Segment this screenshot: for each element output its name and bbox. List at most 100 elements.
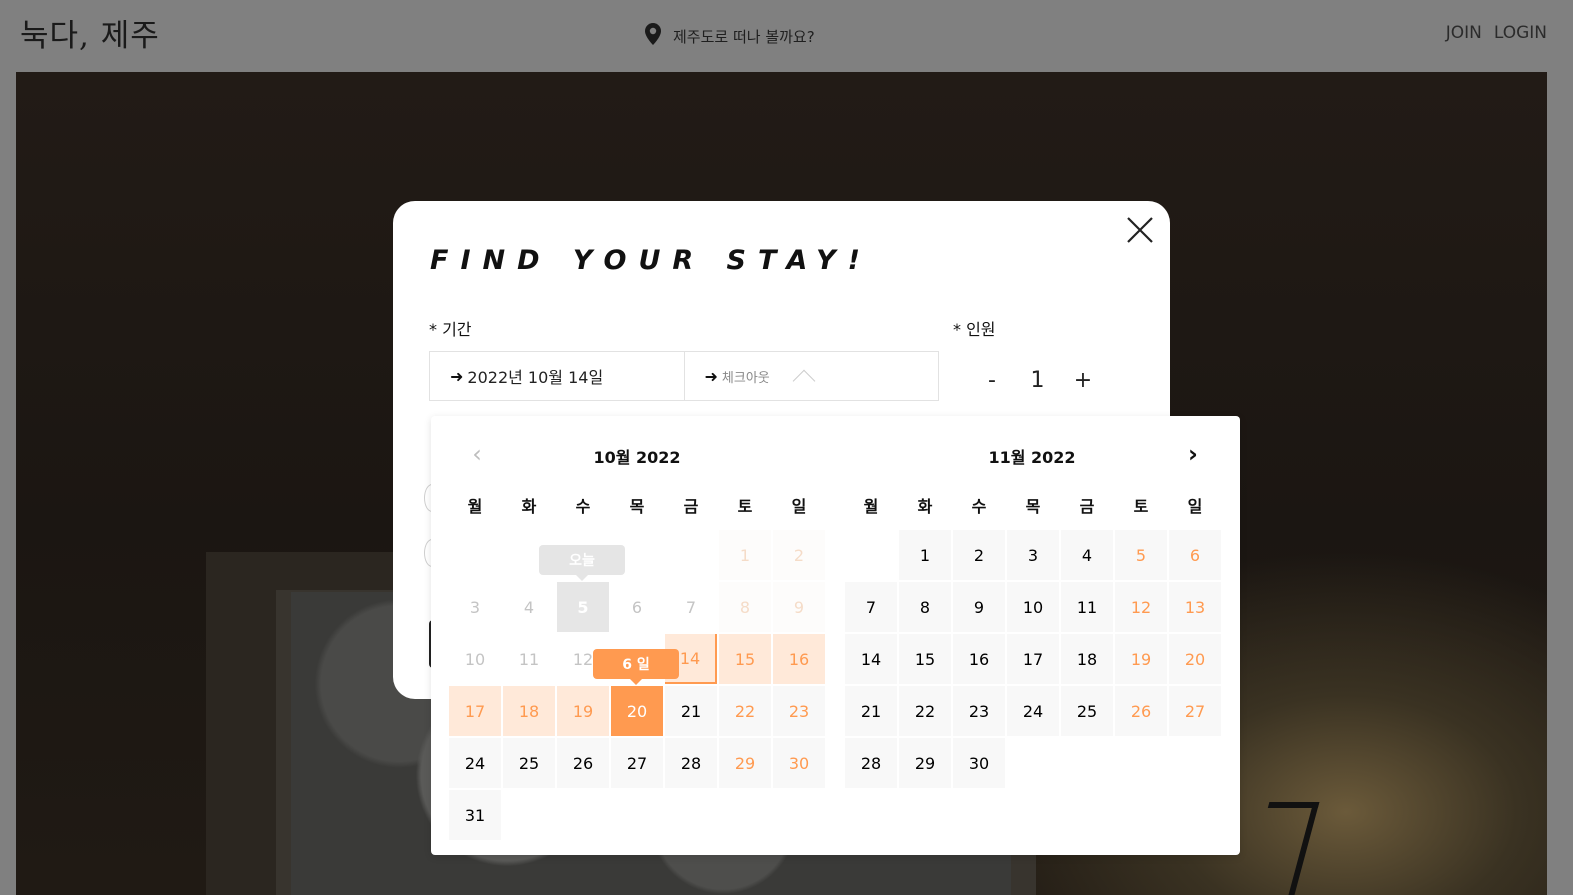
site-logo[interactable]: 눅다, 제주 [20,10,160,55]
october-day-cell[interactable]: 23 [773,686,825,736]
checkin-field[interactable]: ➜ 2022년 10월 14일 [430,352,684,400]
october-day-cell: 1 [719,530,771,580]
november-day-cell[interactable]: 14 [845,634,897,684]
hero-lamp [1242,802,1320,895]
october-day-cell: 8 [719,582,771,632]
november-day-cell[interactable]: 26 [1115,686,1167,736]
november-day-cell[interactable]: 20 [1169,634,1221,684]
checkout-placeholder: 체크아웃 [721,370,770,386]
october-day-cell[interactable]: 26 [557,738,609,788]
weekday-label: 화 [521,497,537,516]
today-tooltip: 오늘 [539,545,625,581]
nights-tooltip: 6 일 [593,649,679,685]
october-day-cell: 9 [773,582,825,632]
month-title-october: 10월 2022 [593,448,681,467]
close-icon[interactable] [1122,212,1158,248]
october-day-cell[interactable]: 22 [719,686,771,736]
checkout-field[interactable]: ➜ 체크아웃 [683,352,939,400]
map-pin-icon [643,22,663,50]
october-day-cell[interactable]: 25 [503,738,555,788]
weekday-label: 토 [1133,497,1149,516]
people-stepper: - 1 + [975,360,1100,400]
october-day-cell[interactable]: 20 [611,686,663,736]
november-day-cell[interactable]: 10 [1007,582,1059,632]
october-day-cell: 3 [449,582,501,632]
auth-links: JOIN LOGIN [1446,23,1547,43]
october-day-cell[interactable]: 29 [719,738,771,788]
checkin-value: 2022년 10월 14일 [467,368,604,387]
november-day-cell[interactable]: 19 [1115,634,1167,684]
date-picker: ‹ › 10월 2022 11월 2022 월화수목금토일월화수목금토일 123… [431,416,1240,855]
november-day-cell[interactable]: 11 [1061,582,1113,632]
november-day-cell[interactable]: 9 [953,582,1005,632]
november-day-cell[interactable]: 5 [1115,530,1167,580]
november-day-cell[interactable]: 24 [1007,686,1059,736]
chevron-up-icon[interactable] [792,369,816,393]
october-day-cell: 2 [773,530,825,580]
november-day-cell[interactable]: 6 [1169,530,1221,580]
november-day-cell[interactable]: 22 [899,686,951,736]
october-day-cell: 6 [611,582,663,632]
october-day-cell: 10 [449,634,501,684]
november-day-cell[interactable]: 8 [899,582,951,632]
next-month-icon[interactable]: › [1183,440,1203,468]
october-day-cell[interactable]: 21 [665,686,717,736]
arrow-right-icon: ➜ [704,366,718,386]
october-day-cell[interactable]: 16 [773,634,825,684]
weekday-label: 수 [971,497,987,516]
weekday-label: 목 [1025,497,1041,516]
weekday-label: 목 [629,497,645,516]
month-title-november: 11월 2022 [988,448,1076,467]
location-text: 제주도로 떠나 볼까요? [673,27,815,46]
october-day-cell: 4 [503,582,555,632]
join-link[interactable]: JOIN [1446,23,1482,43]
october-day-cell[interactable]: 27 [611,738,663,788]
weekday-label: 금 [683,497,699,516]
people-count: 1 [1030,367,1045,393]
november-day-cell[interactable]: 23 [953,686,1005,736]
decrease-button[interactable]: - [975,363,1009,397]
november-day-cell[interactable]: 3 [1007,530,1059,580]
period-label: * 기간 [429,320,472,339]
november-day-cell[interactable]: 13 [1169,582,1221,632]
october-day-cell[interactable]: 15 [719,634,771,684]
november-day-cell[interactable]: 21 [845,686,897,736]
november-day-cell[interactable]: 4 [1061,530,1113,580]
date-range-input[interactable]: ➜ 2022년 10월 14일 ➜ 체크아웃 [429,351,939,401]
november-day-cell[interactable]: 2 [953,530,1005,580]
october-day-cell: 11 [503,634,555,684]
weekday-label: 수 [575,497,591,516]
november-day-cell[interactable]: 27 [1169,686,1221,736]
november-day-cell[interactable]: 15 [899,634,951,684]
top-header: 눅다, 제주 제주도로 떠나 볼까요? JOIN LOGIN [0,0,1573,72]
prev-month-icon[interactable]: ‹ [467,440,487,468]
october-day-cell[interactable]: 17 [449,686,501,736]
november-day-cell[interactable]: 12 [1115,582,1167,632]
october-day-cell[interactable]: 28 [665,738,717,788]
people-label: * 인원 [953,320,996,339]
october-day-cell[interactable]: 24 [449,738,501,788]
november-day-cell[interactable]: 28 [845,738,897,788]
weekday-label: 일 [1187,497,1203,516]
weekday-label: 월 [467,497,483,516]
arrow-right-icon: ➜ [450,366,464,386]
november-day-cell[interactable]: 1 [899,530,951,580]
login-link[interactable]: LOGIN [1494,23,1547,43]
october-day-cell[interactable]: 19 [557,686,609,736]
weekday-label: 금 [1079,497,1095,516]
weekday-label: 월 [863,497,879,516]
october-day-cell[interactable]: 30 [773,738,825,788]
weekday-label: 화 [917,497,933,516]
november-day-cell[interactable]: 29 [899,738,951,788]
november-day-cell[interactable]: 18 [1061,634,1113,684]
november-day-cell[interactable]: 25 [1061,686,1113,736]
october-day-cell[interactable]: 31 [449,790,501,840]
november-day-cell[interactable]: 30 [953,738,1005,788]
november-day-cell[interactable]: 17 [1007,634,1059,684]
november-day-cell[interactable]: 7 [845,582,897,632]
november-day-cell[interactable]: 16 [953,634,1005,684]
october-day-cell[interactable]: 5 [557,582,609,632]
increase-button[interactable]: + [1066,363,1100,397]
location-prompt[interactable]: 제주도로 떠나 볼까요? [643,22,815,50]
october-day-cell[interactable]: 18 [503,686,555,736]
